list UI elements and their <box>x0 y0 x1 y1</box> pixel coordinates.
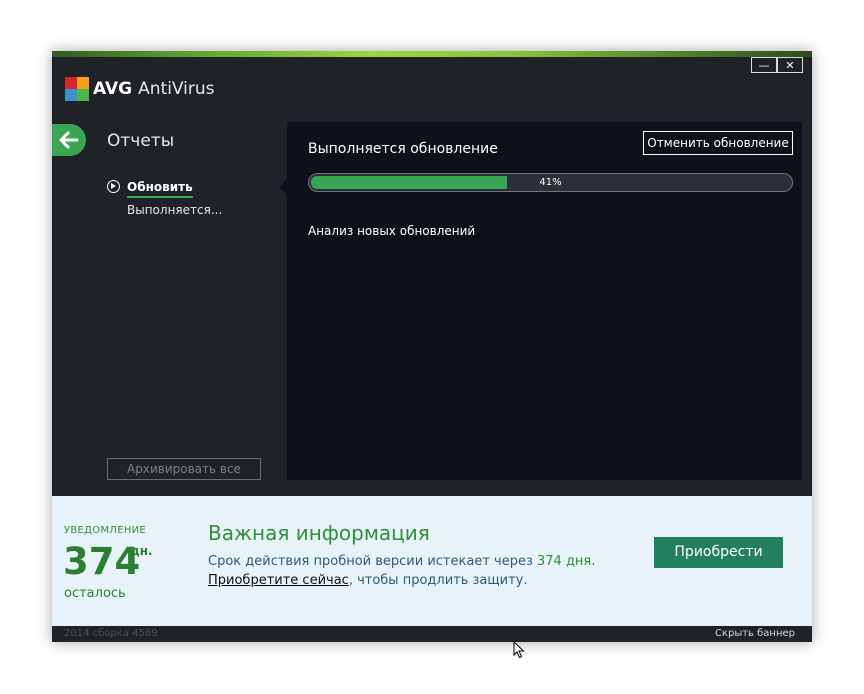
buy-button[interactable]: Приобрести <box>654 537 783 568</box>
update-status-text: Анализ новых обновлений <box>308 224 476 238</box>
banner-line2-suffix: , чтобы продлить защиту. <box>348 573 528 588</box>
days-remaining-number: 374 <box>63 540 141 583</box>
banner-message: Срок действия пробной версии истекает че… <box>208 553 595 570</box>
hide-banner-link[interactable]: Скрыть баннер <box>715 627 795 641</box>
update-progress-bar: 41% <box>308 173 793 192</box>
mouse-cursor-icon <box>513 641 525 659</box>
section-title: Отчеты <box>107 131 175 151</box>
cancel-update-button[interactable]: Отменить обновление <box>643 131 793 155</box>
update-title: Выполняется обновление <box>308 141 498 157</box>
banner-message-suffix: . <box>591 554 596 569</box>
sidebar-item-label: Обновить <box>127 179 193 198</box>
update-panel: Выполняется обновление Отменить обновлен… <box>287 122 802 480</box>
brand-product: AntiVirus <box>138 79 215 99</box>
status-bar: 2014 сборка 4569 Скрыть баннер <box>52 626 812 642</box>
archive-all-button[interactable]: Архивировать все <box>107 458 261 480</box>
close-button[interactable]: ✕ <box>777 57 803 73</box>
avg-window: — ✕ AVG AntiVirus Отчеты Обновить Выполня… <box>52 51 812 642</box>
window-top-accent-bar <box>52 51 812 57</box>
banner-title: Важная информация <box>208 521 430 545</box>
arrow-left-icon <box>59 131 79 149</box>
play-circle-icon <box>107 180 120 193</box>
banner-message-line2: Приобретите сейчас, чтобы продлить защит… <box>208 572 528 589</box>
sidebar-item-status: Выполняется... <box>127 203 223 217</box>
buy-now-link[interactable]: Приобретите сейчас <box>208 573 349 588</box>
avg-logo-icon <box>65 77 89 101</box>
back-button[interactable] <box>52 124 86 156</box>
banner-days-highlight: 374 дня <box>537 554 592 569</box>
progress-percent: 41% <box>539 177 562 188</box>
build-info: 2014 сборка 4569 <box>64 628 158 639</box>
banner-message-prefix: Срок действия пробной версии истекает че… <box>208 554 537 569</box>
brand-avg: AVG <box>93 79 133 99</box>
days-unit: дн. <box>130 544 153 558</box>
days-left-label: осталось <box>64 586 126 601</box>
selection-pointer <box>279 179 287 195</box>
notice-label: УВЕДОМЛЕНИЕ <box>64 525 147 536</box>
notification-banner: УВЕДОМЛЕНИЕ 374 дн. осталось Важная инфо… <box>52 496 812 626</box>
minimize-button[interactable]: — <box>751 57 777 73</box>
app-title: AVG AntiVirus <box>93 78 215 100</box>
